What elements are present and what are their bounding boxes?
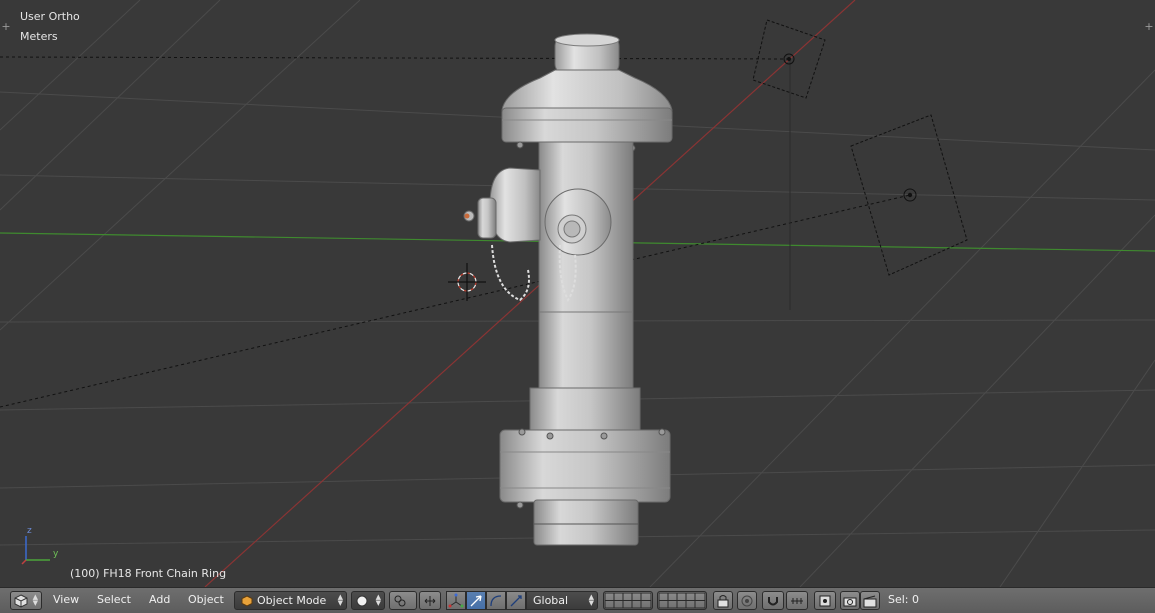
transform-orientation-dropdown[interactable]: Global ▲ ▼ xyxy=(526,591,598,610)
units-label: Meters xyxy=(20,30,58,43)
scale-arrow-icon xyxy=(510,595,522,607)
layer-buttons-group-2[interactable] xyxy=(657,591,707,610)
dropdown-arrows-icon: ▲ ▼ xyxy=(337,593,343,607)
region-expand-left-icon[interactable]: + xyxy=(1,21,11,32)
layer-buttons-group-1[interactable] xyxy=(603,591,653,610)
orientation-label: Global xyxy=(533,594,569,607)
menu-view[interactable]: View xyxy=(53,593,79,606)
active-object-label: (100) FH18 Front Chain Ring xyxy=(70,567,227,580)
menu-add[interactable]: Add xyxy=(149,593,170,606)
axis-z-label: z xyxy=(27,526,32,536)
dropdown-arrows-icon: ▲ ▼ xyxy=(32,593,38,607)
3d-view-header: ▲ ▼ View Select Add Object Object Mode ▲ ▼… xyxy=(0,587,1155,613)
transform-rotate-button[interactable] xyxy=(486,591,506,610)
region-expand-right-icon[interactable]: + xyxy=(1144,21,1154,32)
render-opengl-button[interactable] xyxy=(840,591,860,610)
snap-target-button[interactable] xyxy=(814,591,836,610)
axis-y-label: y xyxy=(53,549,59,559)
dropdown-arrows-icon: ▲ ▼ xyxy=(375,593,381,607)
move-arrow-icon xyxy=(470,595,482,607)
clapperboard-icon xyxy=(863,595,877,607)
lock-icon xyxy=(717,594,729,607)
dropdown-arrows-icon: ▲ ▼ xyxy=(588,593,594,607)
render-animation-button[interactable] xyxy=(860,591,880,610)
transform-scale-button[interactable] xyxy=(506,591,526,610)
fire-hydrant-model xyxy=(463,33,673,546)
proportional-circle-icon xyxy=(741,595,753,606)
cube-icon xyxy=(14,593,28,608)
axes-icon xyxy=(448,593,464,608)
editor-type-button[interactable]: ▲ ▼ xyxy=(10,591,42,610)
menu-object[interactable]: Object xyxy=(188,593,224,606)
layers-grid-icon xyxy=(658,592,706,609)
rotate-arc-icon xyxy=(490,595,502,607)
proportional-editing-button[interactable] xyxy=(737,591,757,610)
pivot-icon xyxy=(394,595,406,606)
manipulator-icon xyxy=(424,595,436,606)
camera-icon xyxy=(843,597,857,606)
snap-increment-icon xyxy=(791,597,803,604)
pivot-point-dropdown[interactable] xyxy=(389,591,417,610)
manipulator-toggle[interactable] xyxy=(419,591,441,610)
transform-move-button[interactable] xyxy=(466,591,486,610)
viewport-shading-dropdown[interactable]: ▲ ▼ xyxy=(351,591,385,610)
magnet-icon xyxy=(768,596,778,605)
menu-select[interactable]: Select xyxy=(97,593,131,606)
selection-count: Sel: 0 xyxy=(888,593,920,606)
solid-shading-icon xyxy=(356,595,368,606)
layers-grid-icon xyxy=(604,592,652,609)
axis-gizmo xyxy=(21,536,50,565)
snap-toggle-button[interactable] xyxy=(762,591,784,610)
snap-target-icon xyxy=(819,595,831,606)
transform-translate-button[interactable] xyxy=(446,591,466,610)
view-name-label: User Ortho xyxy=(20,10,80,23)
viewport-scene xyxy=(0,0,1155,587)
3d-viewport[interactable]: User Ortho Meters (100) FH18 Front Chain… xyxy=(0,0,1155,587)
object-cube-icon xyxy=(241,595,253,607)
mode-label: Object Mode xyxy=(257,594,327,607)
mode-dropdown[interactable]: Object Mode ▲ ▼ xyxy=(234,591,347,610)
snap-element-dropdown[interactable] xyxy=(786,591,808,610)
lock-layers-button[interactable] xyxy=(713,591,733,610)
